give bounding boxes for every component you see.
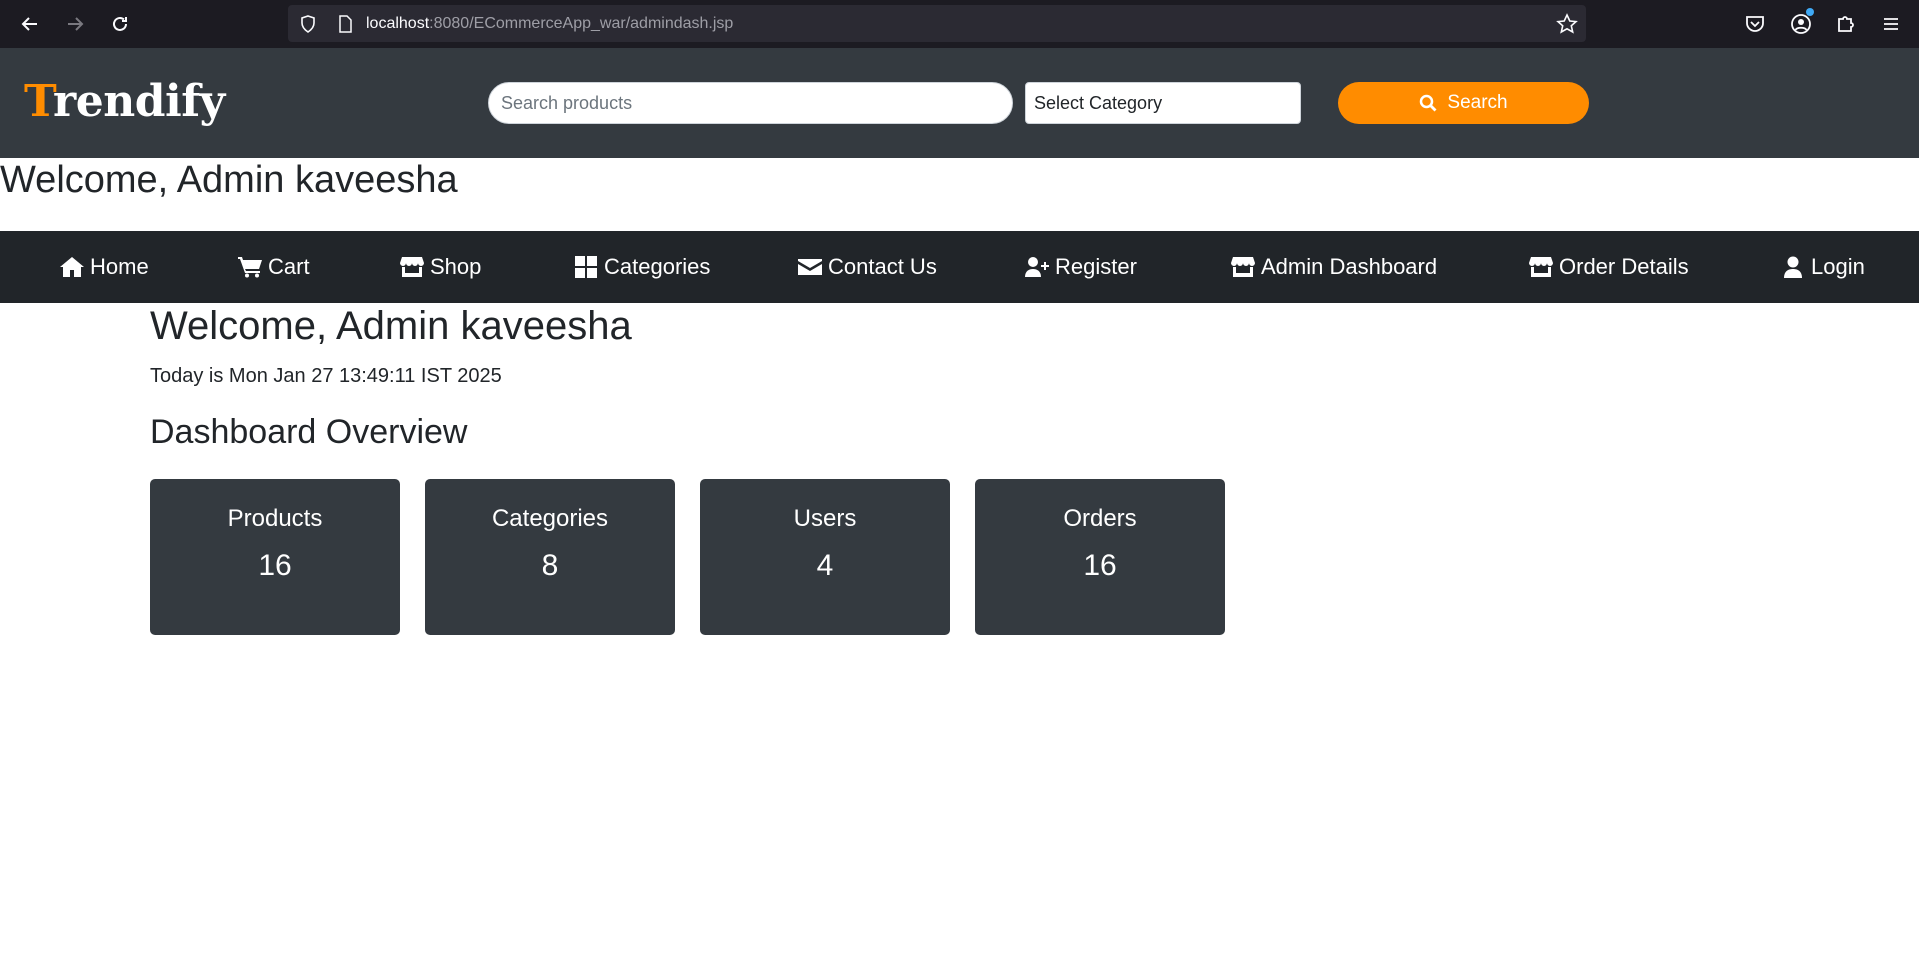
reload-icon xyxy=(113,16,127,31)
main-nav: Home Cart Shop Categories Contact Us Reg… xyxy=(0,231,1919,303)
search-placeholder: Search products xyxy=(501,92,633,113)
today-date-value: Today is Mon Jan 27 13:49:11 IST 2025 xyxy=(150,365,502,387)
envelope-icon xyxy=(798,259,822,275)
nav-label-admin-dashboard: Admin Dashboard xyxy=(1261,254,1438,279)
category-selected-value: Select Category xyxy=(1034,92,1163,113)
stat-label: Orders xyxy=(1063,505,1137,532)
dashboard-overview-heading: Dashboard Overview xyxy=(150,413,468,451)
url-path: :8080/ECommerceApp_war/admindash.jsp xyxy=(429,15,734,32)
nav-label-register: Register xyxy=(1055,254,1137,279)
stat-value: 8 xyxy=(541,549,559,582)
category-select[interactable]: Select Category xyxy=(1025,82,1301,124)
nav-item-home[interactable]: Home xyxy=(60,231,149,303)
page-title: Welcome, Admin kaveesha xyxy=(150,304,632,348)
search-icon xyxy=(1420,94,1437,112)
logo-text: rendify xyxy=(53,76,225,127)
url-text[interactable]: localhost:8080/ECommerceApp_war/admindas… xyxy=(366,15,733,33)
nav-item-login[interactable]: Login xyxy=(1781,231,1865,303)
nav-item-contact-us[interactable]: Contact Us xyxy=(798,231,937,303)
reload-button[interactable] xyxy=(106,10,134,38)
extensions-button[interactable] xyxy=(1834,12,1858,36)
arrow-left-icon xyxy=(21,17,37,31)
logo-accent-letter: T xyxy=(24,76,54,127)
notification-dot xyxy=(1806,8,1814,16)
stat-card-products: Products 16 xyxy=(150,479,400,635)
stat-label: Categories xyxy=(491,505,609,532)
stat-card-orders: Orders 16 xyxy=(975,479,1225,635)
search-input[interactable]: Search products xyxy=(488,82,1013,124)
nav-label-cart: Cart xyxy=(268,254,310,279)
user-icon xyxy=(1784,256,1802,278)
site-header: Trendify Search products Select Category… xyxy=(0,48,1919,158)
stat-value: 4 xyxy=(816,549,834,582)
nav-label-categories: Categories xyxy=(604,254,711,279)
nav-item-admin-dashboard[interactable]: Admin Dashboard xyxy=(1231,231,1437,303)
address-bar[interactable]: localhost:8080/ECommerceApp_war/admindas… xyxy=(288,5,1586,42)
stat-value: 16 xyxy=(1083,549,1117,582)
nav-item-shop[interactable]: Shop xyxy=(400,231,481,303)
nav-label-login: Login xyxy=(1811,254,1865,279)
home-icon xyxy=(60,257,84,277)
grid-icon xyxy=(575,256,597,278)
stat-label: Products xyxy=(227,505,323,532)
user-plus-icon xyxy=(1025,257,1049,277)
nav-label-contact-us: Contact Us xyxy=(828,254,937,279)
puzzle-icon xyxy=(1838,16,1854,32)
back-button[interactable] xyxy=(16,10,44,38)
stat-value: 16 xyxy=(258,549,292,582)
pocket-button[interactable] xyxy=(1743,12,1767,36)
site-logo[interactable]: Trendify xyxy=(24,76,225,127)
forward-button[interactable] xyxy=(61,10,89,38)
stat-card-categories: Categories 8 xyxy=(425,479,675,635)
url-host: localhost xyxy=(366,15,430,32)
store-icon xyxy=(1529,257,1553,277)
cart-icon xyxy=(238,257,262,278)
browser-toolbar: localhost:8080/ECommerceApp_war/admindas… xyxy=(0,0,1919,48)
menu-button[interactable] xyxy=(1879,12,1903,36)
arrow-right-icon xyxy=(68,17,84,31)
stat-label: Users xyxy=(793,505,857,532)
today-date-text: Today is Mon Jan 27 13:49:11 IST 2025 xyxy=(150,365,502,388)
hamburger-icon xyxy=(1884,18,1898,30)
nav-item-cart[interactable]: Cart xyxy=(238,231,310,303)
store-icon xyxy=(1231,257,1255,277)
search-button-label: Search xyxy=(1447,92,1508,113)
store-icon xyxy=(400,257,424,277)
nav-item-categories[interactable]: Categories xyxy=(574,231,710,303)
nav-label-home: Home xyxy=(90,254,149,279)
bookmark-star-icon[interactable] xyxy=(1556,13,1578,35)
page-icon xyxy=(339,15,352,33)
pocket-icon xyxy=(1746,16,1764,32)
nav-item-register[interactable]: Register xyxy=(1025,231,1137,303)
search-button[interactable]: Search xyxy=(1338,82,1589,124)
nav-item-order-details[interactable]: Order Details xyxy=(1529,231,1689,303)
shield-icon[interactable] xyxy=(298,14,318,34)
stat-card-users: Users 4 xyxy=(700,479,950,635)
welcome-banner: Welcome, Admin kaveesha xyxy=(0,159,458,201)
nav-label-shop: Shop xyxy=(430,254,482,279)
nav-label-order-details: Order Details xyxy=(1559,254,1689,279)
